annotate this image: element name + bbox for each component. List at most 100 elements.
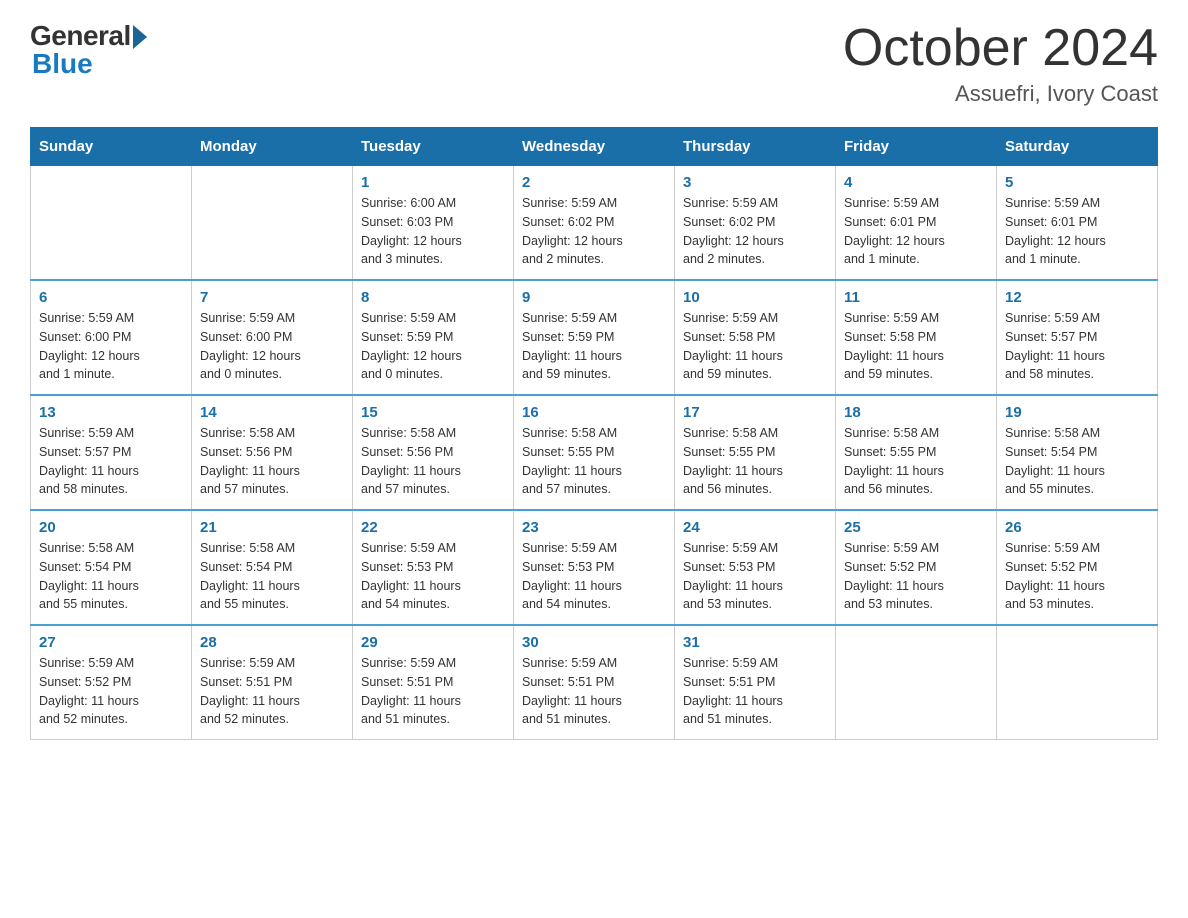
day-number: 17 — [683, 404, 827, 421]
weekday-header-row: SundayMondayTuesdayWednesdayThursdayFrid… — [31, 128, 1158, 166]
day-info: Sunrise: 5:59 AM Sunset: 5:57 PM Dayligh… — [39, 424, 183, 499]
day-number: 16 — [522, 404, 666, 421]
calendar-table: SundayMondayTuesdayWednesdayThursdayFrid… — [30, 127, 1158, 740]
calendar-week-row: 6 Sunrise: 5:59 AM Sunset: 6:00 PM Daylig… — [31, 280, 1158, 395]
day-number: 9 — [522, 289, 666, 306]
calendar-week-row: 27Sunrise: 5:59 AM Sunset: 5:52 PM Dayli… — [31, 625, 1158, 740]
calendar-day-cell: 29 Sunrise: 5:59 AM Sunset: 5:51 PM Dayli… — [353, 625, 514, 740]
day-info: Sunrise: 5:58 AM Sunset: 5:54 PM Dayligh… — [200, 539, 344, 614]
day-info: Sunrise: 5:59 AM Sunset: 6:01 PM Dayligh… — [1005, 194, 1149, 269]
day-info: Sunrise: 5:58 AM Sunset: 5:54 PM Dayligh… — [1005, 424, 1149, 499]
day-info: Sunrise: 5:59 AM Sunset: 5:52 PM Dayligh… — [844, 539, 988, 614]
calendar-day-cell: 13 Sunrise: 5:59 AM Sunset: 5:57 PM Dayli… — [31, 395, 192, 510]
calendar-day-cell — [836, 625, 997, 740]
day-info: Sunrise: 5:59 AM Sunset: 5:53 PM Dayligh… — [361, 539, 505, 614]
day-info: Sunrise: 5:59 AM Sunset: 5:57 PM Dayligh… — [1005, 309, 1149, 384]
calendar-day-cell: 27Sunrise: 5:59 AM Sunset: 5:52 PM Dayli… — [31, 625, 192, 740]
calendar-day-cell: 5 Sunrise: 5:59 AM Sunset: 6:01 PM Daylig… — [997, 166, 1158, 281]
day-info: Sunrise: 5:59 AM Sunset: 6:00 PM Dayligh… — [39, 309, 183, 384]
calendar-day-cell: 4 Sunrise: 5:59 AM Sunset: 6:01 PM Daylig… — [836, 166, 997, 281]
day-info: Sunrise: 5:59 AM Sunset: 6:02 PM Dayligh… — [683, 194, 827, 269]
day-number: 24 — [683, 519, 827, 536]
day-info: Sunrise: 5:59 AM Sunset: 6:02 PM Dayligh… — [522, 194, 666, 269]
day-number: 14 — [200, 404, 344, 421]
day-info: Sunrise: 5:59 AM Sunset: 5:53 PM Dayligh… — [522, 539, 666, 614]
logo: General Blue — [30, 20, 147, 80]
day-info: Sunrise: 5:59 AM Sunset: 5:51 PM Dayligh… — [361, 654, 505, 729]
calendar-day-cell: 30 Sunrise: 5:59 AM Sunset: 5:51 PM Dayli… — [514, 625, 675, 740]
day-number: 12 — [1005, 289, 1149, 306]
calendar-day-cell: 17 Sunrise: 5:58 AM Sunset: 5:55 PM Dayli… — [675, 395, 836, 510]
day-info: Sunrise: 5:58 AM Sunset: 5:54 PM Dayligh… — [39, 539, 183, 614]
day-number: 6 — [39, 289, 183, 306]
day-info: Sunrise: 5:59 AM Sunset: 5:59 PM Dayligh… — [361, 309, 505, 384]
calendar-day-cell: 21Sunrise: 5:58 AM Sunset: 5:54 PM Dayli… — [192, 510, 353, 625]
weekday-header: Sunday — [31, 128, 192, 166]
day-info: Sunrise: 5:59 AM Sunset: 6:01 PM Dayligh… — [844, 194, 988, 269]
day-info: Sunrise: 5:58 AM Sunset: 5:56 PM Dayligh… — [361, 424, 505, 499]
day-number: 4 — [844, 174, 988, 191]
day-info: Sunrise: 5:59 AM Sunset: 5:59 PM Dayligh… — [522, 309, 666, 384]
logo-arrow-icon — [133, 25, 147, 49]
day-number: 25 — [844, 519, 988, 536]
day-number: 11 — [844, 289, 988, 306]
day-number: 28 — [200, 634, 344, 651]
calendar-day-cell — [31, 166, 192, 281]
day-info: Sunrise: 5:58 AM Sunset: 5:56 PM Dayligh… — [200, 424, 344, 499]
day-number: 30 — [522, 634, 666, 651]
day-number: 8 — [361, 289, 505, 306]
page-header: General Blue October 2024 Assuefri, Ivor… — [30, 20, 1158, 107]
calendar-day-cell — [997, 625, 1158, 740]
calendar-week-row: 20 Sunrise: 5:58 AM Sunset: 5:54 PM Dayli… — [31, 510, 1158, 625]
calendar-subtitle: Assuefri, Ivory Coast — [843, 81, 1158, 107]
day-number: 27 — [39, 634, 183, 651]
calendar-day-cell: 2 Sunrise: 5:59 AM Sunset: 6:02 PM Daylig… — [514, 166, 675, 281]
calendar-day-cell: 22 Sunrise: 5:59 AM Sunset: 5:53 PM Dayli… — [353, 510, 514, 625]
day-number: 22 — [361, 519, 505, 536]
calendar-day-cell: 16Sunrise: 5:58 AM Sunset: 5:55 PM Dayli… — [514, 395, 675, 510]
day-number: 13 — [39, 404, 183, 421]
day-info: Sunrise: 5:59 AM Sunset: 6:00 PM Dayligh… — [200, 309, 344, 384]
weekday-header: Saturday — [997, 128, 1158, 166]
day-number: 23 — [522, 519, 666, 536]
day-number: 5 — [1005, 174, 1149, 191]
day-info: Sunrise: 5:59 AM Sunset: 5:51 PM Dayligh… — [683, 654, 827, 729]
calendar-day-cell: 11 Sunrise: 5:59 AM Sunset: 5:58 PM Dayli… — [836, 280, 997, 395]
calendar-day-cell: 12 Sunrise: 5:59 AM Sunset: 5:57 PM Dayli… — [997, 280, 1158, 395]
calendar-day-cell: 26 Sunrise: 5:59 AM Sunset: 5:52 PM Dayli… — [997, 510, 1158, 625]
day-number: 19 — [1005, 404, 1149, 421]
calendar-day-cell: 8 Sunrise: 5:59 AM Sunset: 5:59 PM Daylig… — [353, 280, 514, 395]
day-info: Sunrise: 5:59 AM Sunset: 5:52 PM Dayligh… — [1005, 539, 1149, 614]
day-number: 3 — [683, 174, 827, 191]
title-block: October 2024 Assuefri, Ivory Coast — [843, 20, 1158, 107]
day-number: 18 — [844, 404, 988, 421]
calendar-day-cell: 18Sunrise: 5:58 AM Sunset: 5:55 PM Dayli… — [836, 395, 997, 510]
day-number: 10 — [683, 289, 827, 306]
day-info: Sunrise: 5:59 AM Sunset: 5:58 PM Dayligh… — [844, 309, 988, 384]
weekday-header: Thursday — [675, 128, 836, 166]
calendar-day-cell: 24 Sunrise: 5:59 AM Sunset: 5:53 PM Dayli… — [675, 510, 836, 625]
calendar-title: October 2024 — [843, 20, 1158, 77]
calendar-day-cell: 1Sunrise: 6:00 AM Sunset: 6:03 PM Daylig… — [353, 166, 514, 281]
calendar-day-cell: 9 Sunrise: 5:59 AM Sunset: 5:59 PM Daylig… — [514, 280, 675, 395]
calendar-day-cell: 7Sunrise: 5:59 AM Sunset: 6:00 PM Daylig… — [192, 280, 353, 395]
day-info: Sunrise: 5:59 AM Sunset: 5:51 PM Dayligh… — [522, 654, 666, 729]
calendar-day-cell: 20 Sunrise: 5:58 AM Sunset: 5:54 PM Dayli… — [31, 510, 192, 625]
day-info: Sunrise: 5:58 AM Sunset: 5:55 PM Dayligh… — [683, 424, 827, 499]
calendar-day-cell: 3 Sunrise: 5:59 AM Sunset: 6:02 PM Daylig… — [675, 166, 836, 281]
weekday-header: Wednesday — [514, 128, 675, 166]
calendar-day-cell — [192, 166, 353, 281]
calendar-day-cell: 6 Sunrise: 5:59 AM Sunset: 6:00 PM Daylig… — [31, 280, 192, 395]
day-number: 20 — [39, 519, 183, 536]
day-number: 29 — [361, 634, 505, 651]
day-number: 2 — [522, 174, 666, 191]
day-number: 31 — [683, 634, 827, 651]
day-number: 26 — [1005, 519, 1149, 536]
day-info: Sunrise: 5:59 AM Sunset: 5:51 PM Dayligh… — [200, 654, 344, 729]
calendar-day-cell: 15Sunrise: 5:58 AM Sunset: 5:56 PM Dayli… — [353, 395, 514, 510]
weekday-header: Friday — [836, 128, 997, 166]
day-info: Sunrise: 6:00 AM Sunset: 6:03 PM Dayligh… — [361, 194, 505, 269]
calendar-day-cell: 23 Sunrise: 5:59 AM Sunset: 5:53 PM Dayli… — [514, 510, 675, 625]
day-info: Sunrise: 5:59 AM Sunset: 5:58 PM Dayligh… — [683, 309, 827, 384]
day-info: Sunrise: 5:59 AM Sunset: 5:53 PM Dayligh… — [683, 539, 827, 614]
